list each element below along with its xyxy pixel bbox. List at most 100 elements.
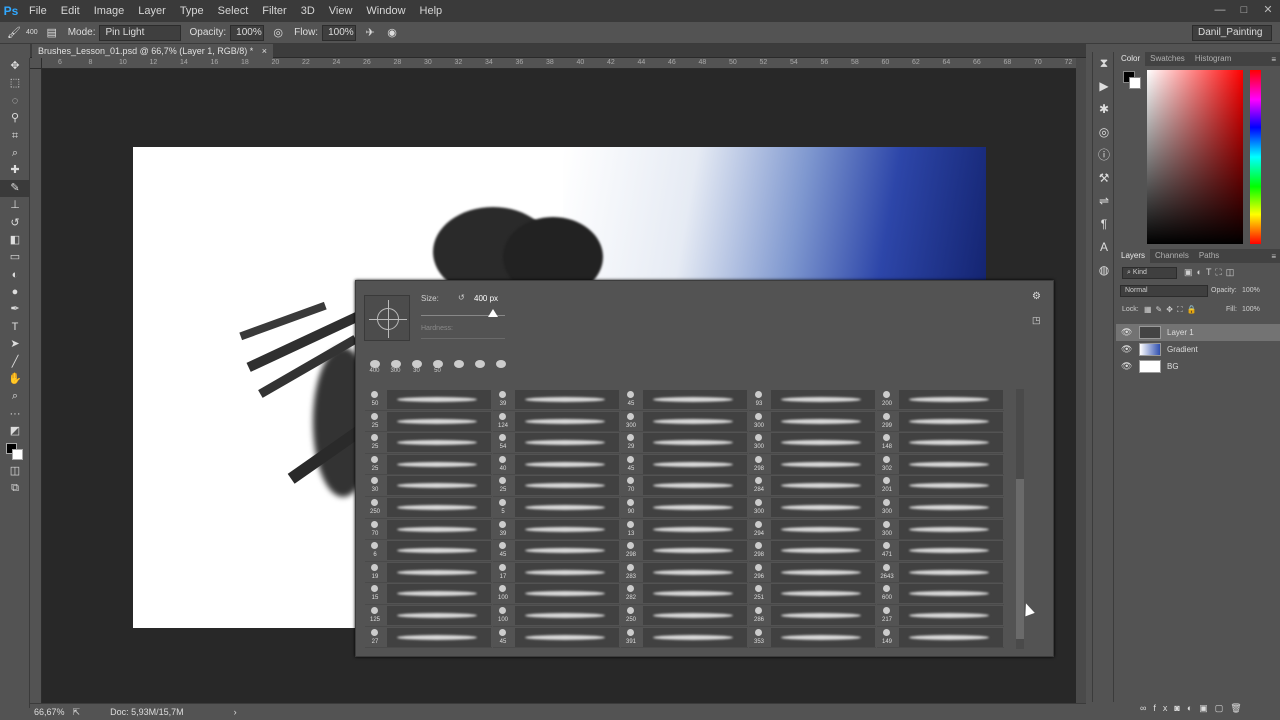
menu-select[interactable]: Select [211,0,256,22]
zoom-level[interactable]: 66,67% [34,707,65,717]
close-icon[interactable]: ✕ [1256,0,1280,22]
layer-row[interactable]: 👁 Layer 1 [1116,324,1280,341]
brush-panel-toggle-icon[interactable]: ▤ [44,25,60,41]
fg-bg-color[interactable] [0,441,30,463]
history-brush-icon[interactable]: ↺ [0,215,30,232]
line-tool-icon[interactable]: ╱ [0,354,30,371]
brush-preset[interactable]: 70 [621,475,748,497]
tab-paths[interactable]: Paths [1194,249,1224,263]
brush-preset[interactable]: 45 [621,389,748,411]
menu-3d[interactable]: 3D [294,0,322,22]
recent-brush[interactable]: 50 [427,358,448,380]
gradient-tool-icon[interactable]: ▭ [0,249,30,266]
document-tab[interactable]: Brushes_Lesson_01.psd @ 66,7% (Layer 1, … [32,44,274,58]
brush-preset[interactable]: 148 [877,432,1004,454]
tab-channels[interactable]: Channels [1150,249,1194,263]
brush-preset[interactable]: 30 [365,475,492,497]
brush-preset[interactable]: 296 [749,562,876,584]
brush-preset[interactable]: 302 [877,454,1004,476]
brush-preset[interactable]: 300 [877,519,1004,541]
status-menu-arrow-icon[interactable]: › [234,707,237,717]
size-input[interactable]: 400 px [474,294,498,303]
recent-brush[interactable]: 300 [385,358,406,380]
brush-preset[interactable]: 300 [749,411,876,433]
recent-brush[interactable] [490,358,511,380]
brush-preset[interactable]: 299 [877,411,1004,433]
brush-preset[interactable]: 19 [365,562,492,584]
brush-preset[interactable]: 25 [365,454,492,476]
clone-source-icon[interactable]: ◎ [1093,121,1115,144]
layers-panel-menu-icon[interactable]: ≡ [1271,252,1276,261]
reset-size-icon[interactable]: ↺ [458,293,465,302]
brush-preset[interactable]: 294 [749,519,876,541]
preset-scrollbar-thumb[interactable] [1016,479,1024,639]
more-tools-icon[interactable]: ··· [0,406,30,423]
brush-preset[interactable]: 471 [877,540,1004,562]
menu-layer[interactable]: Layer [131,0,173,22]
move-tool-icon[interactable]: ✥ [0,58,30,75]
eyedropper-tool-icon[interactable]: ⌕ [0,145,30,162]
brush-preset[interactable]: 54 [493,432,620,454]
fill-input[interactable]: 100% [1242,306,1260,313]
brush-preset[interactable]: 40 [493,454,620,476]
brush-preset[interactable]: 600 [877,583,1004,605]
tab-histogram[interactable]: Histogram [1190,52,1236,66]
brush-preset[interactable]: 29 [621,432,748,454]
menu-type[interactable]: Type [173,0,211,22]
quick-select-tool-icon[interactable]: ⚲ [0,110,30,127]
color-panel-menu-icon[interactable]: ≡ [1271,55,1276,64]
brush-preset[interactable]: 45 [493,627,620,649]
brush-preset[interactable]: 100 [493,605,620,627]
new-preset-icon[interactable]: ◳ [1032,315,1041,326]
brush-preset[interactable]: 251 [749,583,876,605]
layer-row[interactable]: 👁 BG [1116,358,1280,375]
menu-edit[interactable]: Edit [54,0,87,22]
brush-preset[interactable]: 39 [493,519,620,541]
info-icon[interactable]: ⓘ [1093,144,1115,167]
layer-opacity-input[interactable]: 100% [1242,287,1260,294]
airbrush-icon[interactable]: ✈ [362,25,378,41]
brush-preset[interactable]: 201 [877,475,1004,497]
brush-preset[interactable]: 25 [365,432,492,454]
brush-preset[interactable]: 27 [365,627,492,649]
brush-preset[interactable]: 2643 [877,562,1004,584]
recent-brush[interactable] [469,358,490,380]
menu-image[interactable]: Image [87,0,132,22]
brush-preset[interactable]: 250 [365,497,492,519]
tool-presets-icon[interactable]: ⚒ [1093,167,1115,190]
brush-preset[interactable]: 298 [749,454,876,476]
libraries-icon[interactable]: ◍ [1093,259,1115,282]
type-tool-icon[interactable]: T [0,319,30,336]
color-swatches-icon[interactable]: ◩ [0,423,30,440]
crop-tool-icon[interactable]: ⌗ [0,128,30,145]
brush-preset[interactable]: 282 [621,583,748,605]
brush-preset[interactable]: 100 [493,583,620,605]
brush-preset[interactable]: 298 [749,540,876,562]
brush-preset[interactable]: 25 [365,411,492,433]
actions-play-icon[interactable]: ▶ [1093,75,1115,98]
mode-select[interactable]: Pin Light [99,24,182,41]
pressure-opacity-icon[interactable]: ◎ [270,25,286,41]
menu-view[interactable]: View [322,0,360,22]
brush-preset[interactable]: 200 [877,389,1004,411]
history-panel-icon[interactable]: ⧗ [1093,52,1115,75]
paragraph-icon[interactable]: ¶ [1093,213,1115,236]
brush-preset[interactable]: 45 [493,540,620,562]
visibility-eye-icon[interactable]: 👁 [1121,358,1132,375]
blur-tool-icon[interactable]: ◐ [0,267,30,284]
brush-tool-icon[interactable]: ✎ [0,179,30,198]
brush-preset[interactable]: 300 [749,497,876,519]
recent-brush[interactable]: 400 [364,358,385,380]
layer-filter-icons[interactable]: ▣◐T⛶◫ [1184,267,1238,278]
layer-row[interactable]: 👁 Gradient [1116,341,1280,358]
brush-preset[interactable]: 125 [365,605,492,627]
adjustments-icon[interactable]: ⇌ [1093,190,1115,213]
marquee-tool-icon[interactable]: ⬚ [0,75,30,92]
flow-input[interactable]: 100% [322,24,357,41]
brush-preset[interactable]: 5 [493,497,620,519]
maximize-icon[interactable]: □ [1232,0,1256,22]
brush-preset[interactable]: 283 [621,562,748,584]
brush-preset[interactable]: 90 [621,497,748,519]
tab-swatches[interactable]: Swatches [1145,52,1190,66]
character-icon[interactable]: A [1093,236,1115,259]
